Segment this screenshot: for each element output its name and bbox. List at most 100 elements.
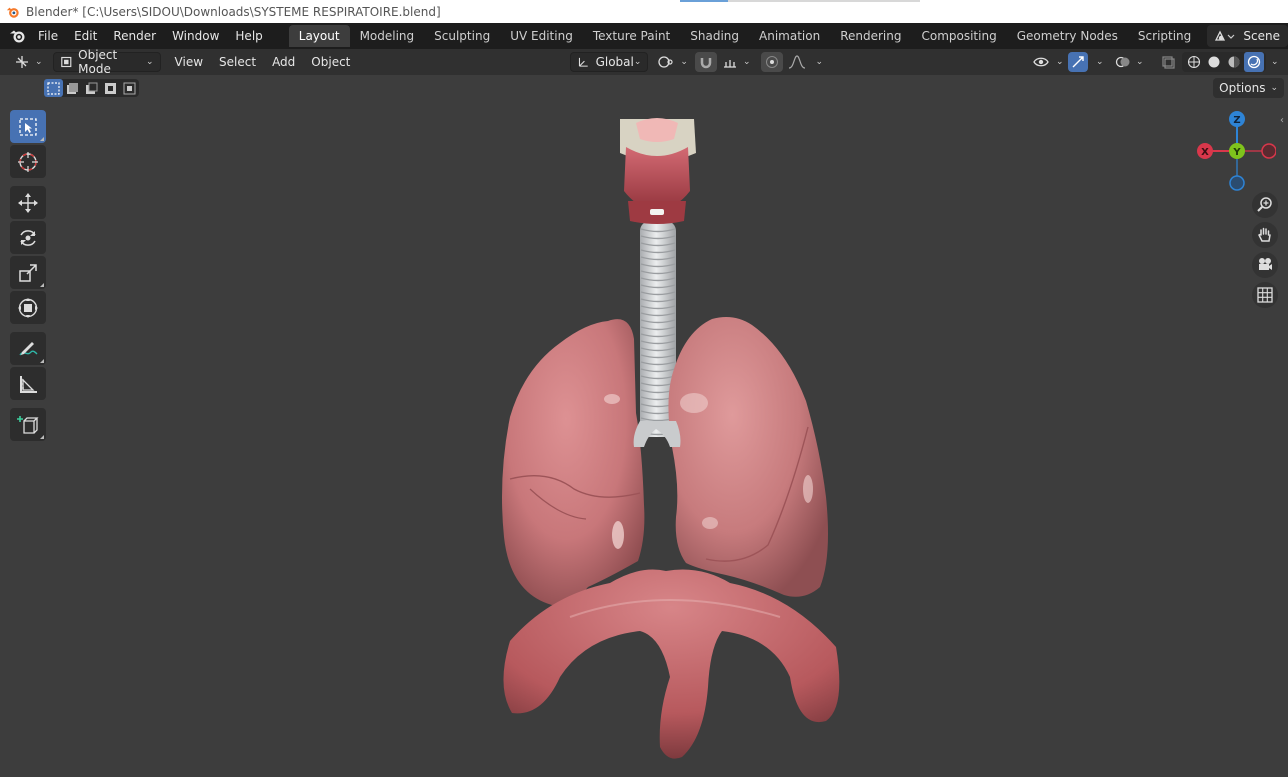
chevron-down-icon: ⌄ <box>633 57 642 67</box>
proportional-falloff-dropdown[interactable]: ⌄ <box>785 52 826 72</box>
select-subtract-button[interactable] <box>82 79 101 97</box>
measure-icon <box>20 375 37 393</box>
tab-geometry-nodes[interactable]: Geometry Nodes <box>1007 25 1128 47</box>
left-lung <box>668 317 828 597</box>
tool-scale[interactable] <box>10 256 46 289</box>
annotate-icon <box>19 341 38 355</box>
menu-help[interactable]: Help <box>227 25 270 47</box>
tab-uv-editing[interactable]: UV Editing <box>500 25 583 47</box>
scale-icon <box>19 263 37 282</box>
snap-target-dropdown[interactable]: ⌄ <box>719 52 754 72</box>
menu-render[interactable]: Render <box>105 25 164 47</box>
solid-shading-button[interactable] <box>1204 52 1224 72</box>
tab-rendering[interactable]: Rendering <box>830 25 911 47</box>
menu-add[interactable]: Add <box>264 55 303 69</box>
tool-select-box[interactable] <box>10 110 46 143</box>
tool-rotate[interactable] <box>10 221 46 254</box>
tool-cursor[interactable] <box>10 145 46 178</box>
tool-annotate[interactable] <box>10 332 46 365</box>
window-title: Blender* [C:\Users\SIDOU\Downloads\SYSTE… <box>26 4 441 19</box>
select-invert-button[interactable] <box>101 79 120 97</box>
move-icon <box>18 192 38 213</box>
menu-edit[interactable]: Edit <box>66 25 105 47</box>
viewport-header: ⌄ Object Mode ⌄ View Select Add Object G… <box>0 48 1288 76</box>
tab-layout[interactable]: Layout <box>288 25 350 47</box>
chevron-down-icon: ⌄ <box>815 57 824 67</box>
gizmo-icon <box>1072 56 1084 68</box>
blender-menu-button[interactable] <box>6 25 30 47</box>
tab-animation[interactable]: Animation <box>749 25 830 47</box>
tool-measure[interactable] <box>10 367 46 400</box>
options-label: Options <box>1219 81 1266 95</box>
tab-scripting[interactable]: Scripting <box>1128 25 1201 47</box>
overlays-toggle[interactable]: ⌄ <box>1112 52 1147 72</box>
navigation-gizmo[interactable]: Z X Y <box>1196 109 1276 193</box>
ortho-toggle-button[interactable] <box>1252 282 1278 308</box>
options-dropdown[interactable]: Options ⌄ <box>1213 78 1284 98</box>
larynx <box>620 118 696 224</box>
chevron-down-icon: ⌄ <box>1270 83 1278 93</box>
solid-icon <box>1208 56 1220 68</box>
orientation-dropdown[interactable]: Global ⌄ <box>570 52 649 72</box>
chevron-down-icon: ⌄ <box>742 57 751 67</box>
menu-view[interactable]: View <box>167 55 211 69</box>
select-intersect-button[interactable] <box>120 79 139 97</box>
visibility-dropdown[interactable]: ⌄ <box>1030 52 1067 72</box>
select-new-button[interactable] <box>44 79 63 97</box>
chevron-down-icon: ⌄ <box>35 57 43 67</box>
chevron-down-icon: ⌄ <box>1271 57 1279 67</box>
zoom-button[interactable] <box>1252 192 1278 218</box>
tab-shading[interactable]: Shading <box>680 25 749 47</box>
select-invert-icon <box>105 82 116 94</box>
gizmo-neg-z[interactable] <box>1229 175 1245 191</box>
blender-logo-icon <box>10 30 25 43</box>
eye-icon <box>1033 57 1049 67</box>
tab-texture-paint[interactable]: Texture Paint <box>583 25 680 47</box>
transform-icon <box>18 297 38 318</box>
gizmo-toggle[interactable] <box>1068 52 1088 72</box>
scene-icon <box>1215 30 1235 41</box>
tool-settings-bar: Options ⌄ <box>0 75 1288 101</box>
tool-options-corner <box>40 359 44 363</box>
editor-type-button[interactable]: ⌄ <box>10 52 47 72</box>
falloff-curve-icon <box>789 55 806 69</box>
tab-compositing[interactable]: Compositing <box>911 25 1006 47</box>
tool-transform[interactable] <box>10 291 46 324</box>
respiratory-system-model[interactable] <box>490 117 850 762</box>
tab-sculpting[interactable]: Sculpting <box>424 25 500 47</box>
shading-dropdown[interactable]: ⌄ <box>1264 52 1281 72</box>
camera-view-button[interactable] <box>1252 252 1278 278</box>
add-cube-icon <box>17 415 39 434</box>
toolbar <box>10 110 46 443</box>
menu-file[interactable]: File <box>30 25 66 47</box>
gizmo-neg-x[interactable] <box>1261 143 1276 159</box>
proportional-edit-toggle[interactable] <box>761 52 784 72</box>
snap-toggle[interactable] <box>694 52 717 72</box>
scene-name: Scene <box>1243 29 1280 43</box>
tool-options-corner <box>40 435 44 439</box>
tool-add-cube[interactable] <box>10 408 46 441</box>
wireframe-shading-button[interactable] <box>1184 52 1204 72</box>
blender-logo-icon <box>6 7 19 18</box>
tool-move[interactable] <box>10 186 46 219</box>
sidebar-toggle-arrow[interactable]: ‹ <box>1280 115 1288 131</box>
chevron-down-icon: ⌄ <box>1096 57 1104 67</box>
menu-window[interactable]: Window <box>164 25 227 47</box>
mode-dropdown[interactable]: Object Mode ⌄ <box>52 48 161 76</box>
material-shading-button[interactable] <box>1224 52 1244 72</box>
camera-icon <box>1259 258 1272 270</box>
select-extend-button[interactable] <box>63 79 82 97</box>
workspace-tabs: Layout Modeling Sculpting UV Editing Tex… <box>288 23 1226 49</box>
gizmo-dropdown[interactable]: ⌄ <box>1088 52 1107 72</box>
select-intersect-icon <box>123 82 136 94</box>
pivot-point-dropdown[interactable]: ⌄ <box>654 52 691 72</box>
3d-viewport[interactable]: Z X Y ‹ <box>0 101 1288 777</box>
pan-button[interactable] <box>1252 222 1278 248</box>
menu-select[interactable]: Select <box>211 55 264 69</box>
menu-object[interactable]: Object <box>303 55 358 69</box>
xray-toggle[interactable] <box>1158 52 1178 72</box>
tab-modeling[interactable]: Modeling <box>350 25 425 47</box>
scene-selector[interactable]: Scene <box>1207 25 1288 47</box>
select-subtract-icon <box>86 82 98 94</box>
rendered-shading-button[interactable] <box>1244 52 1264 72</box>
